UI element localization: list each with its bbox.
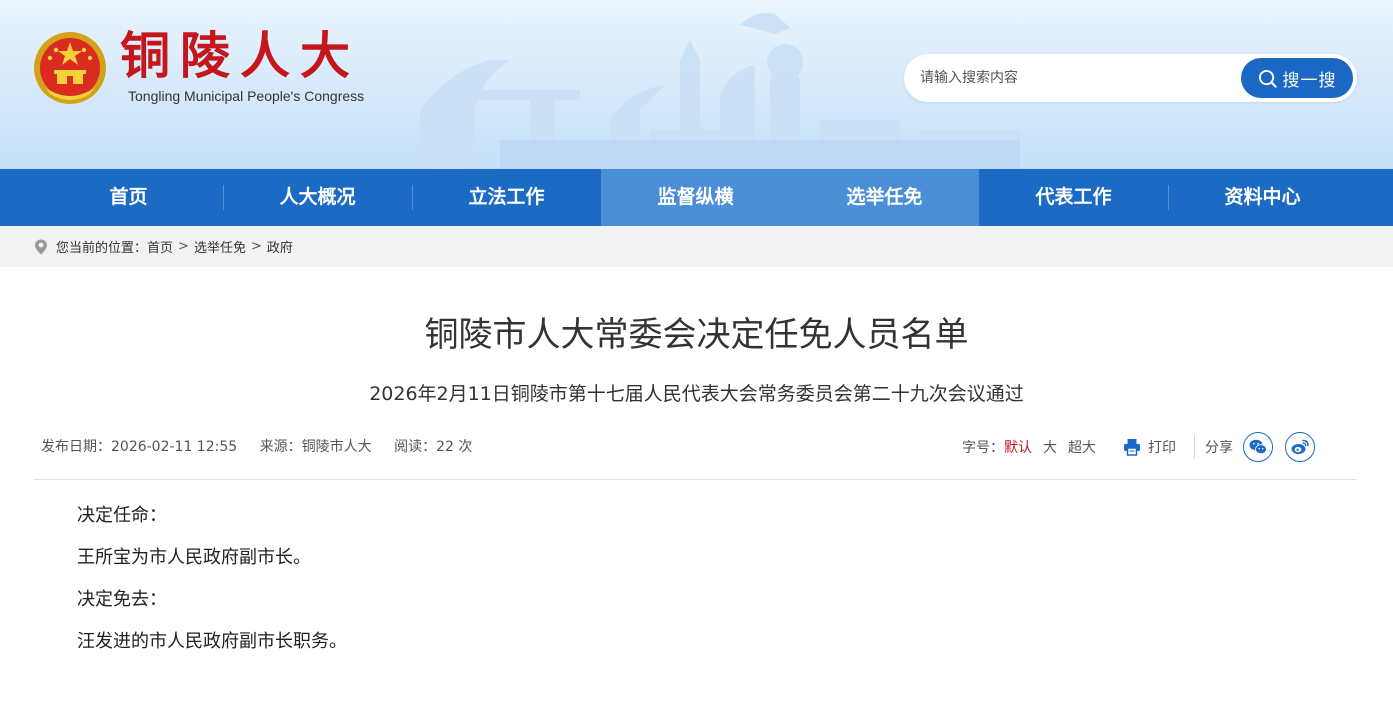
search-input[interactable] — [920, 64, 1240, 92]
share-label: 分享 — [1205, 440, 1233, 456]
breadcrumb-separator: > — [178, 239, 189, 254]
nav-item-supervision[interactable]: 监督纵横 — [601, 169, 790, 226]
nav-item-resources[interactable]: 资料中心 — [1168, 169, 1357, 226]
breadcrumb-bar: 您当前的位置： 首页 > 选举任免 > 政府 — [0, 226, 1393, 267]
print-label: 打印 — [1148, 440, 1176, 456]
site-logo-english: Tongling Municipal People's Congress — [128, 88, 365, 104]
article-body: 决定任命： 王所宝为市人民政府副市长。 决定免去： 汪发进的市人民政府副市长职务… — [77, 502, 1317, 670]
article-source: 来源：铜陵市人大 — [259, 439, 372, 455]
article-subtitle: 2026年2月11日铜陵市第十七届人民代表大会常务委员会第二十九次会议通过 — [369, 383, 1024, 405]
national-emblem-icon — [34, 32, 106, 104]
search-button-label: 搜一搜 — [1282, 70, 1337, 91]
meta-divider — [34, 479, 1357, 480]
publish-date: 发布日期：2026-02-11 12:55 — [41, 439, 238, 455]
breadcrumb: 您当前的位置： 首页 > 选举任免 > 政府 — [34, 226, 293, 267]
search-box: 搜一搜 — [904, 54, 1357, 102]
search-button[interactable]: 搜一搜 — [1241, 58, 1353, 98]
article-paragraph: 汪发进的市人民政府副市长职务。 — [77, 631, 347, 652]
tools-divider — [1194, 435, 1195, 459]
font-size-large[interactable]: 大 — [1043, 437, 1057, 457]
print-button[interactable]: 打印 — [1123, 437, 1176, 457]
article-paragraph: 决定任命： — [77, 505, 167, 526]
nav-item-overview[interactable]: 人大概况 — [223, 169, 412, 226]
article-meta: 发布日期：2026-02-11 12:55 来源：铜陵市人大 阅读：22 次 — [41, 434, 490, 460]
read-count: 阅读：22 次 — [394, 439, 473, 455]
location-pin-icon — [35, 239, 47, 254]
weibo-icon — [1291, 439, 1309, 454]
font-size-default[interactable]: 默认 — [1004, 437, 1032, 457]
nav-item-election[interactable]: 选举任免 — [790, 169, 979, 226]
nav-item-deputies[interactable]: 代表工作 — [979, 169, 1168, 226]
nav-item-home[interactable]: 首页 — [34, 169, 223, 226]
article-title: 铜陵市人大常委会决定任免人员名单 — [424, 315, 969, 355]
breadcrumb-prefix: 您当前的位置： — [56, 241, 148, 256]
printer-icon — [1124, 439, 1140, 456]
site-header: 铜陵人大 Tongling Municipal People's Congres… — [0, 0, 1393, 169]
share-wechat-button[interactable] — [1243, 432, 1273, 462]
main-nav: 首页 人大概况 立法工作 监督纵横 选举任免 代表工作 资料中心 — [0, 169, 1393, 226]
article-paragraph: 决定免去： — [77, 589, 167, 610]
breadcrumb-link-government[interactable]: 政府 — [267, 237, 293, 256]
nav-item-legislation[interactable]: 立法工作 — [412, 169, 601, 226]
font-size-label: 字号： — [962, 440, 1004, 456]
breadcrumb-link-election[interactable]: 选举任免 — [194, 237, 246, 256]
article-tools: 字号： 默认 大 超大 打印 分享 — [962, 430, 1315, 464]
search-icon — [1258, 69, 1277, 88]
site-logo-chinese[interactable]: 铜陵人大 — [120, 26, 360, 86]
share-weibo-button[interactable] — [1285, 432, 1315, 462]
font-size-xlarge[interactable]: 超大 — [1068, 437, 1096, 457]
breadcrumb-separator: > — [250, 239, 262, 254]
article-paragraph: 王所宝为市人民政府副市长。 — [77, 547, 311, 568]
wechat-icon — [1249, 439, 1267, 455]
breadcrumb-link-home[interactable]: 首页 — [147, 237, 173, 256]
